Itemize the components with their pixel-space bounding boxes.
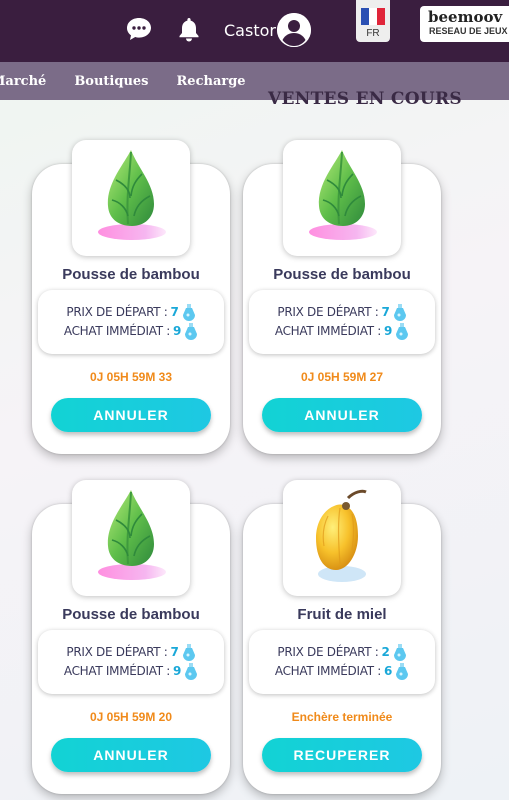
price-box: PRIX DE DÉPART : 7 ACHAT IMMÉDIAT : 9 xyxy=(38,630,224,694)
start-price-label: PRIX DE DÉPART : xyxy=(277,304,379,319)
start-price-label: PRIX DE DÉPART : xyxy=(66,304,168,319)
start-price-label: PRIX DE DÉPART : xyxy=(277,644,379,659)
top-bar: Castor FR beemoov RESEAU DE JEUX xyxy=(0,0,509,62)
start-price-value: 2 xyxy=(381,644,390,659)
item-name: Pousse de bambou xyxy=(62,266,200,283)
buy-price-row: ACHAT IMMÉDIAT : 9 xyxy=(249,321,435,340)
sale-card: Pousse de bambou PRIX DE DÉPART : 7 ACHA… xyxy=(32,480,230,794)
brand-logo[interactable]: beemoov RESEAU DE JEUX xyxy=(420,6,509,42)
buy-price-label: ACHAT IMMÉDIAT : xyxy=(274,663,382,678)
potion-icon xyxy=(182,303,195,321)
user-avatar-icon[interactable] xyxy=(277,13,311,47)
sale-card: Pousse de bambou PRIX DE DÉPART : 7 ACHA… xyxy=(243,140,441,454)
french-flag-icon xyxy=(361,8,385,25)
price-box: PRIX DE DÉPART : 7 ACHAT IMMÉDIAT : 9 xyxy=(249,290,435,354)
start-price-row: PRIX DE DÉPART : 7 xyxy=(38,302,224,321)
potion-icon xyxy=(185,322,198,340)
potion-icon xyxy=(393,643,406,661)
language-label: FR xyxy=(366,28,380,39)
buy-price-label: ACHAT IMMÉDIAT : xyxy=(63,323,171,338)
buy-price-value: 9 xyxy=(173,663,182,678)
brand-name: beemoov xyxy=(428,8,503,26)
item-thumbnail[interactable] xyxy=(72,140,190,256)
sale-card: Fruit de miel PRIX DE DÉPART : 2 ACHAT I… xyxy=(243,480,441,794)
language-selector[interactable]: FR xyxy=(356,0,390,42)
nav-item-boutiques[interactable]: Boutiques xyxy=(74,74,148,89)
cancel-button[interactable]: ANNULER xyxy=(51,738,211,772)
potion-icon xyxy=(396,662,409,680)
chat-icon[interactable] xyxy=(124,14,154,44)
item-name: Pousse de bambou xyxy=(62,606,200,623)
auction-status: Enchère terminée xyxy=(291,710,393,724)
cancel-button[interactable]: ANNULER xyxy=(51,398,211,432)
potion-icon xyxy=(185,662,198,680)
sale-card: Pousse de bambou PRIX DE DÉPART : 7 ACHA… xyxy=(32,140,230,454)
start-price-row: PRIX DE DÉPART : 7 xyxy=(249,302,435,321)
item-name: Pousse de bambou xyxy=(273,266,411,283)
price-box: PRIX DE DÉPART : 7 ACHAT IMMÉDIAT : 9 xyxy=(38,290,224,354)
bamboo-shoot-icon xyxy=(98,150,166,240)
nav-item-recharge[interactable]: Recharge xyxy=(177,74,246,89)
buy-price-row: ACHAT IMMÉDIAT : 6 xyxy=(249,661,435,680)
brand-subtitle: RESEAU DE JEUX xyxy=(429,26,508,36)
potion-icon xyxy=(393,303,406,321)
price-box: PRIX DE DÉPART : 2 ACHAT IMMÉDIAT : 6 xyxy=(249,630,435,694)
bamboo-shoot-icon xyxy=(309,150,377,240)
honey-fruit-icon xyxy=(316,489,367,582)
potion-icon xyxy=(182,643,195,661)
buy-price-value: 9 xyxy=(173,323,182,338)
countdown-timer: 0J 05H 59M 20 xyxy=(89,710,173,724)
item-name: Fruit de miel xyxy=(297,606,387,623)
nav-item-marche[interactable]: Marché xyxy=(0,74,46,89)
countdown-timer: 0J 05H 59M 33 xyxy=(89,370,173,384)
bell-icon[interactable] xyxy=(174,14,204,44)
buy-price-label: ACHAT IMMÉDIAT : xyxy=(274,323,382,338)
page-title: VENTES EN COURS xyxy=(268,89,462,109)
start-price-row: PRIX DE DÉPART : 2 xyxy=(249,642,435,661)
item-thumbnail[interactable] xyxy=(283,140,401,256)
buy-price-label: ACHAT IMMÉDIAT : xyxy=(63,663,171,678)
buy-price-row: ACHAT IMMÉDIAT : 9 xyxy=(38,321,224,340)
start-price-value: 7 xyxy=(170,644,179,659)
buy-price-value: 6 xyxy=(384,663,393,678)
start-price-label: PRIX DE DÉPART : xyxy=(66,644,168,659)
buy-price-row: ACHAT IMMÉDIAT : 9 xyxy=(38,661,224,680)
potion-icon xyxy=(396,322,409,340)
cancel-button[interactable]: ANNULER xyxy=(262,398,422,432)
start-price-value: 7 xyxy=(381,304,390,319)
item-thumbnail[interactable] xyxy=(283,480,401,596)
bamboo-shoot-icon xyxy=(98,490,166,580)
retrieve-button[interactable]: RECUPERER xyxy=(262,738,422,772)
countdown-timer: 0J 05H 59M 27 xyxy=(300,370,384,384)
item-thumbnail[interactable] xyxy=(72,480,190,596)
start-price-value: 7 xyxy=(170,304,179,319)
start-price-row: PRIX DE DÉPART : 7 xyxy=(38,642,224,661)
buy-price-value: 9 xyxy=(384,323,393,338)
username[interactable]: Castor xyxy=(224,21,276,40)
